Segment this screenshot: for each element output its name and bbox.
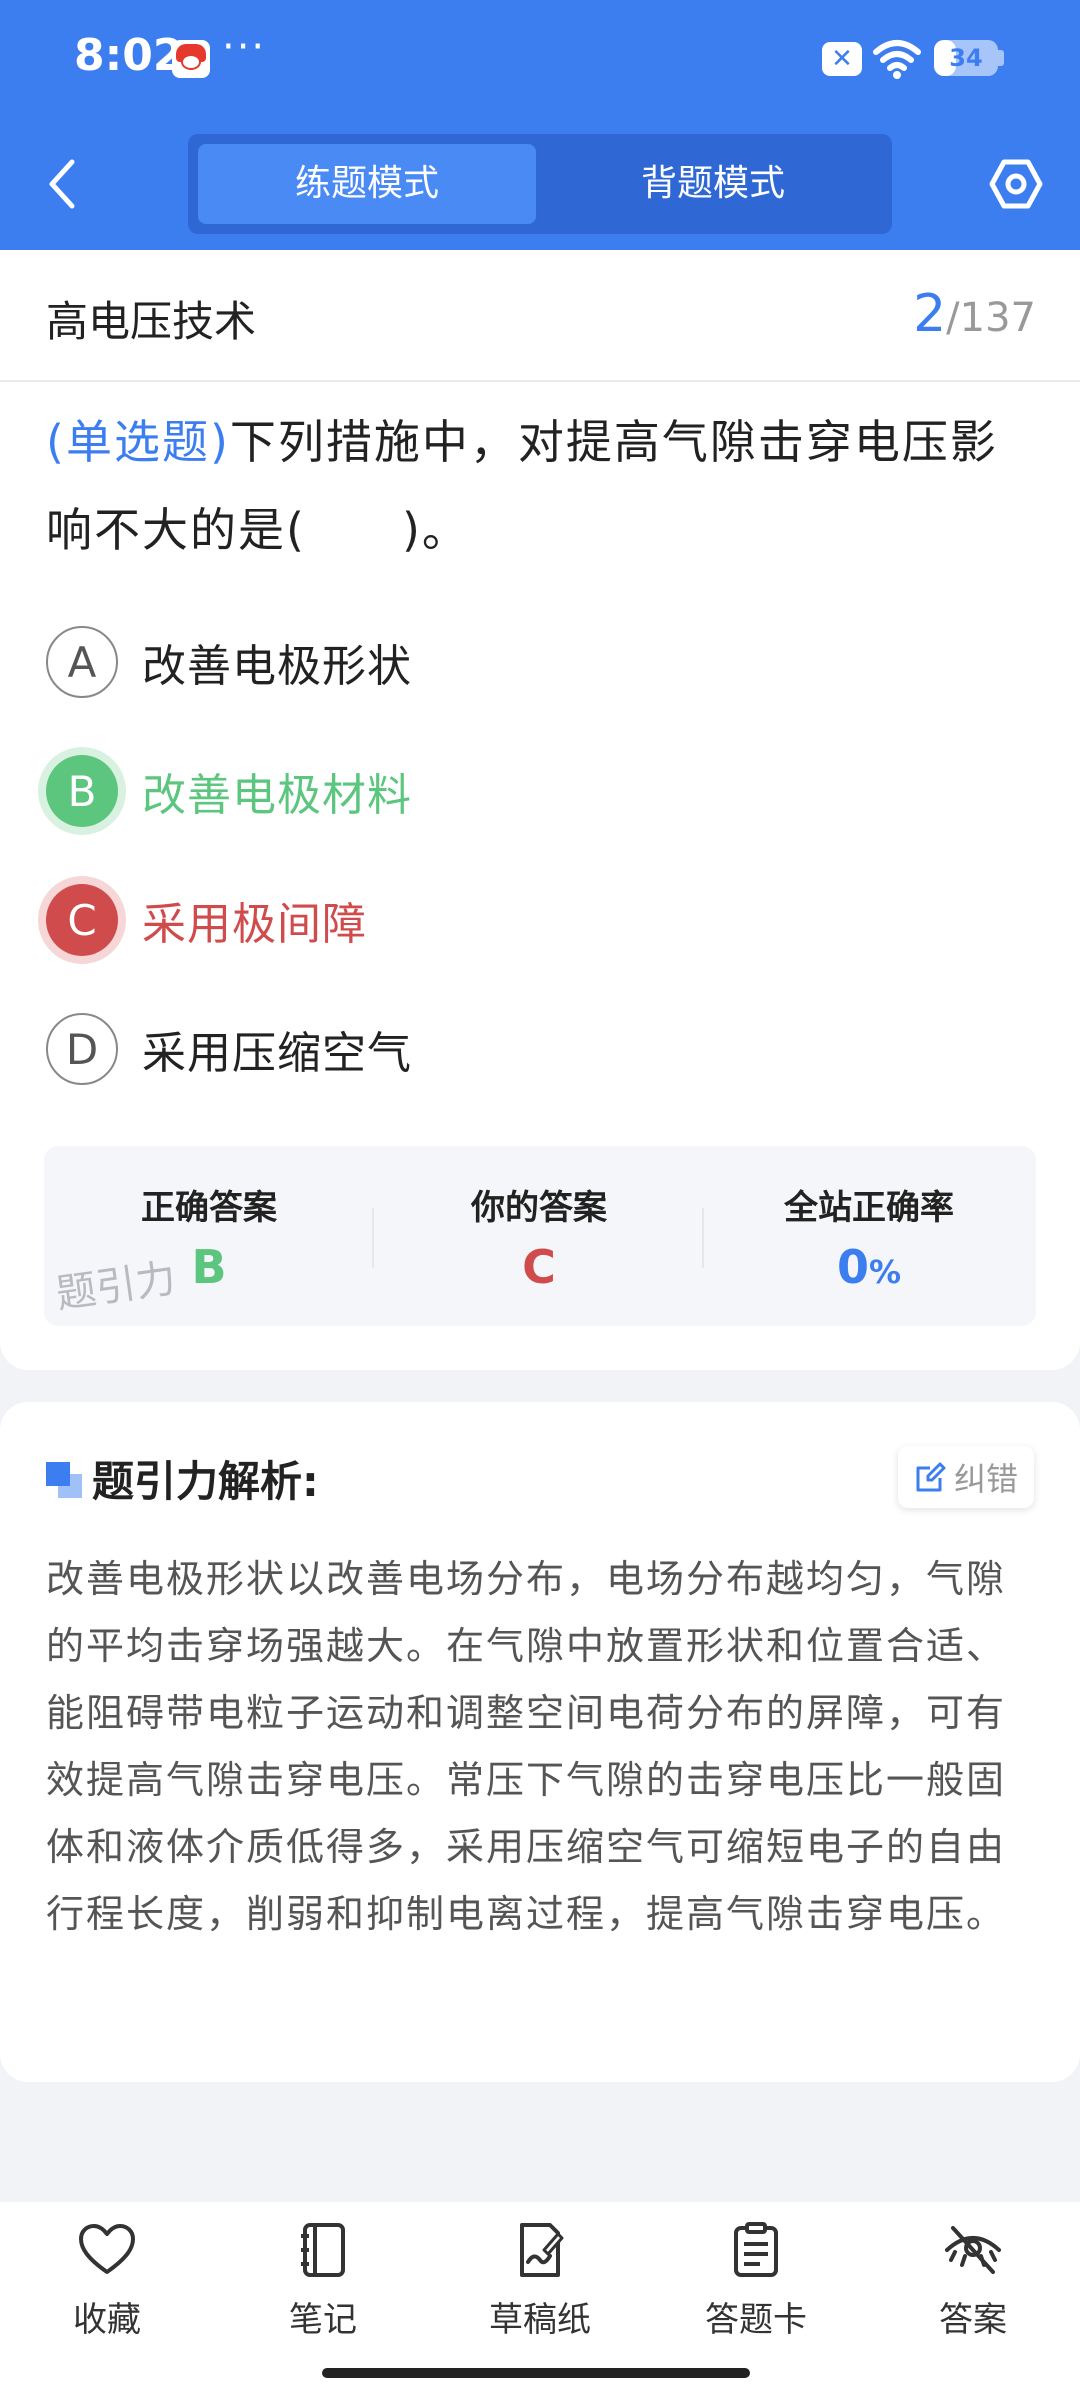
answer-stats-panel: 正确答案 B 你的答案 C 全站正确率 0% xyxy=(44,1146,1036,1326)
option-text: 改善电极材料 xyxy=(142,770,412,821)
option-letter: B xyxy=(46,755,118,827)
draft-paper-icon xyxy=(520,2223,564,2277)
accuracy-rate-stat: 全站正确率 0% xyxy=(704,1146,1034,1326)
question-text: (单选题)下列措施中，对提高气隙击穿电压影响不大的是( )。 xyxy=(46,398,1040,574)
tab-practice-mode[interactable]: 练题模式 xyxy=(198,144,536,224)
settings-icon[interactable] xyxy=(988,156,1044,212)
battery-level: 34 xyxy=(949,44,983,72)
wifi-icon xyxy=(873,40,921,79)
total-questions: /137 xyxy=(946,295,1036,341)
toolbar-label: 收藏 xyxy=(73,2300,141,2340)
answer-card-icon xyxy=(734,2222,778,2277)
analysis-icon xyxy=(46,1462,82,1498)
analysis-text: 改善电极形状以改善电场分布，电场分布越均匀，气隙的平均击穿场强越大。在气隙中放置… xyxy=(46,1557,1007,1936)
accuracy-rate-unit: % xyxy=(868,1253,902,1291)
toolbar-draft-paper[interactable]: 草稿纸 xyxy=(465,2222,615,2341)
toolbar-answer-card[interactable]: 答题卡 xyxy=(681,2222,831,2341)
option-text: 采用极间障 xyxy=(142,899,367,950)
home-indicator[interactable] xyxy=(322,2368,750,2378)
question-counter: 2/137 xyxy=(913,284,1036,344)
option-text: 采用压缩空气 xyxy=(142,1028,412,1079)
report-error-button[interactable]: 纠错 xyxy=(898,1446,1034,1508)
option-d[interactable]: D 采用压缩空气 xyxy=(46,1013,412,1085)
divider xyxy=(0,380,1080,382)
toolbar-label: 答题卡 xyxy=(705,2300,807,2340)
more-notifications-indicator: ··· xyxy=(222,24,267,70)
your-answer-stat: 你的答案 C xyxy=(374,1146,704,1326)
x-icon: ✕ xyxy=(822,42,862,76)
back-icon[interactable] xyxy=(44,156,84,212)
mode-switcher: 练题模式 背题模式 xyxy=(188,134,892,234)
report-error-label: 纠错 xyxy=(953,1460,1018,1498)
analysis-title: 题引力解析: xyxy=(92,1457,319,1506)
heart-icon xyxy=(79,2224,135,2274)
notebook-icon xyxy=(301,2223,345,2277)
accuracy-rate-label: 全站正确率 xyxy=(784,1188,954,1228)
toolbar-answer[interactable]: 答案 xyxy=(898,2222,1048,2341)
toolbar-label: 草稿纸 xyxy=(489,2300,591,2340)
battery-icon: 34 xyxy=(934,40,998,76)
battery-tip xyxy=(998,50,1004,66)
option-letter: C xyxy=(46,884,118,956)
option-c[interactable]: C 采用极间障 xyxy=(46,884,367,956)
edit-icon xyxy=(916,1462,946,1492)
eye-off-icon xyxy=(945,2226,1001,2274)
option-letter: D xyxy=(46,1013,118,1085)
current-question-number: 2 xyxy=(913,284,947,344)
accuracy-rate-value: 0% xyxy=(704,1240,1034,1294)
tab-memorize-mode[interactable]: 背题模式 xyxy=(544,144,882,224)
toolbar-label: 答案 xyxy=(939,2300,1007,2340)
status-bar: 8:02 ··· ✕ 34 xyxy=(0,0,1080,120)
accuracy-rate-number: 0 xyxy=(836,1240,869,1294)
subject-title: 高电压技术 xyxy=(46,297,257,346)
option-a[interactable]: A 改善电极形状 xyxy=(46,626,412,698)
correct-answer-label: 正确答案 xyxy=(141,1188,277,1228)
status-time: 8:02 xyxy=(74,30,184,81)
toolbar-favorite[interactable]: 收藏 xyxy=(32,2222,182,2341)
toolbar-label: 笔记 xyxy=(289,2300,357,2340)
toolbar-notes[interactable]: 笔记 xyxy=(248,2222,398,2341)
your-answer-value: C xyxy=(522,1240,556,1294)
question-type-tag: (单选题) xyxy=(46,415,230,469)
option-b[interactable]: B 改善电极材料 xyxy=(46,755,412,827)
your-answer-label: 你的答案 xyxy=(471,1188,607,1228)
option-text: 改善电极形状 xyxy=(142,641,412,692)
option-letter: A xyxy=(46,626,118,698)
app-badge-icon xyxy=(172,40,210,78)
